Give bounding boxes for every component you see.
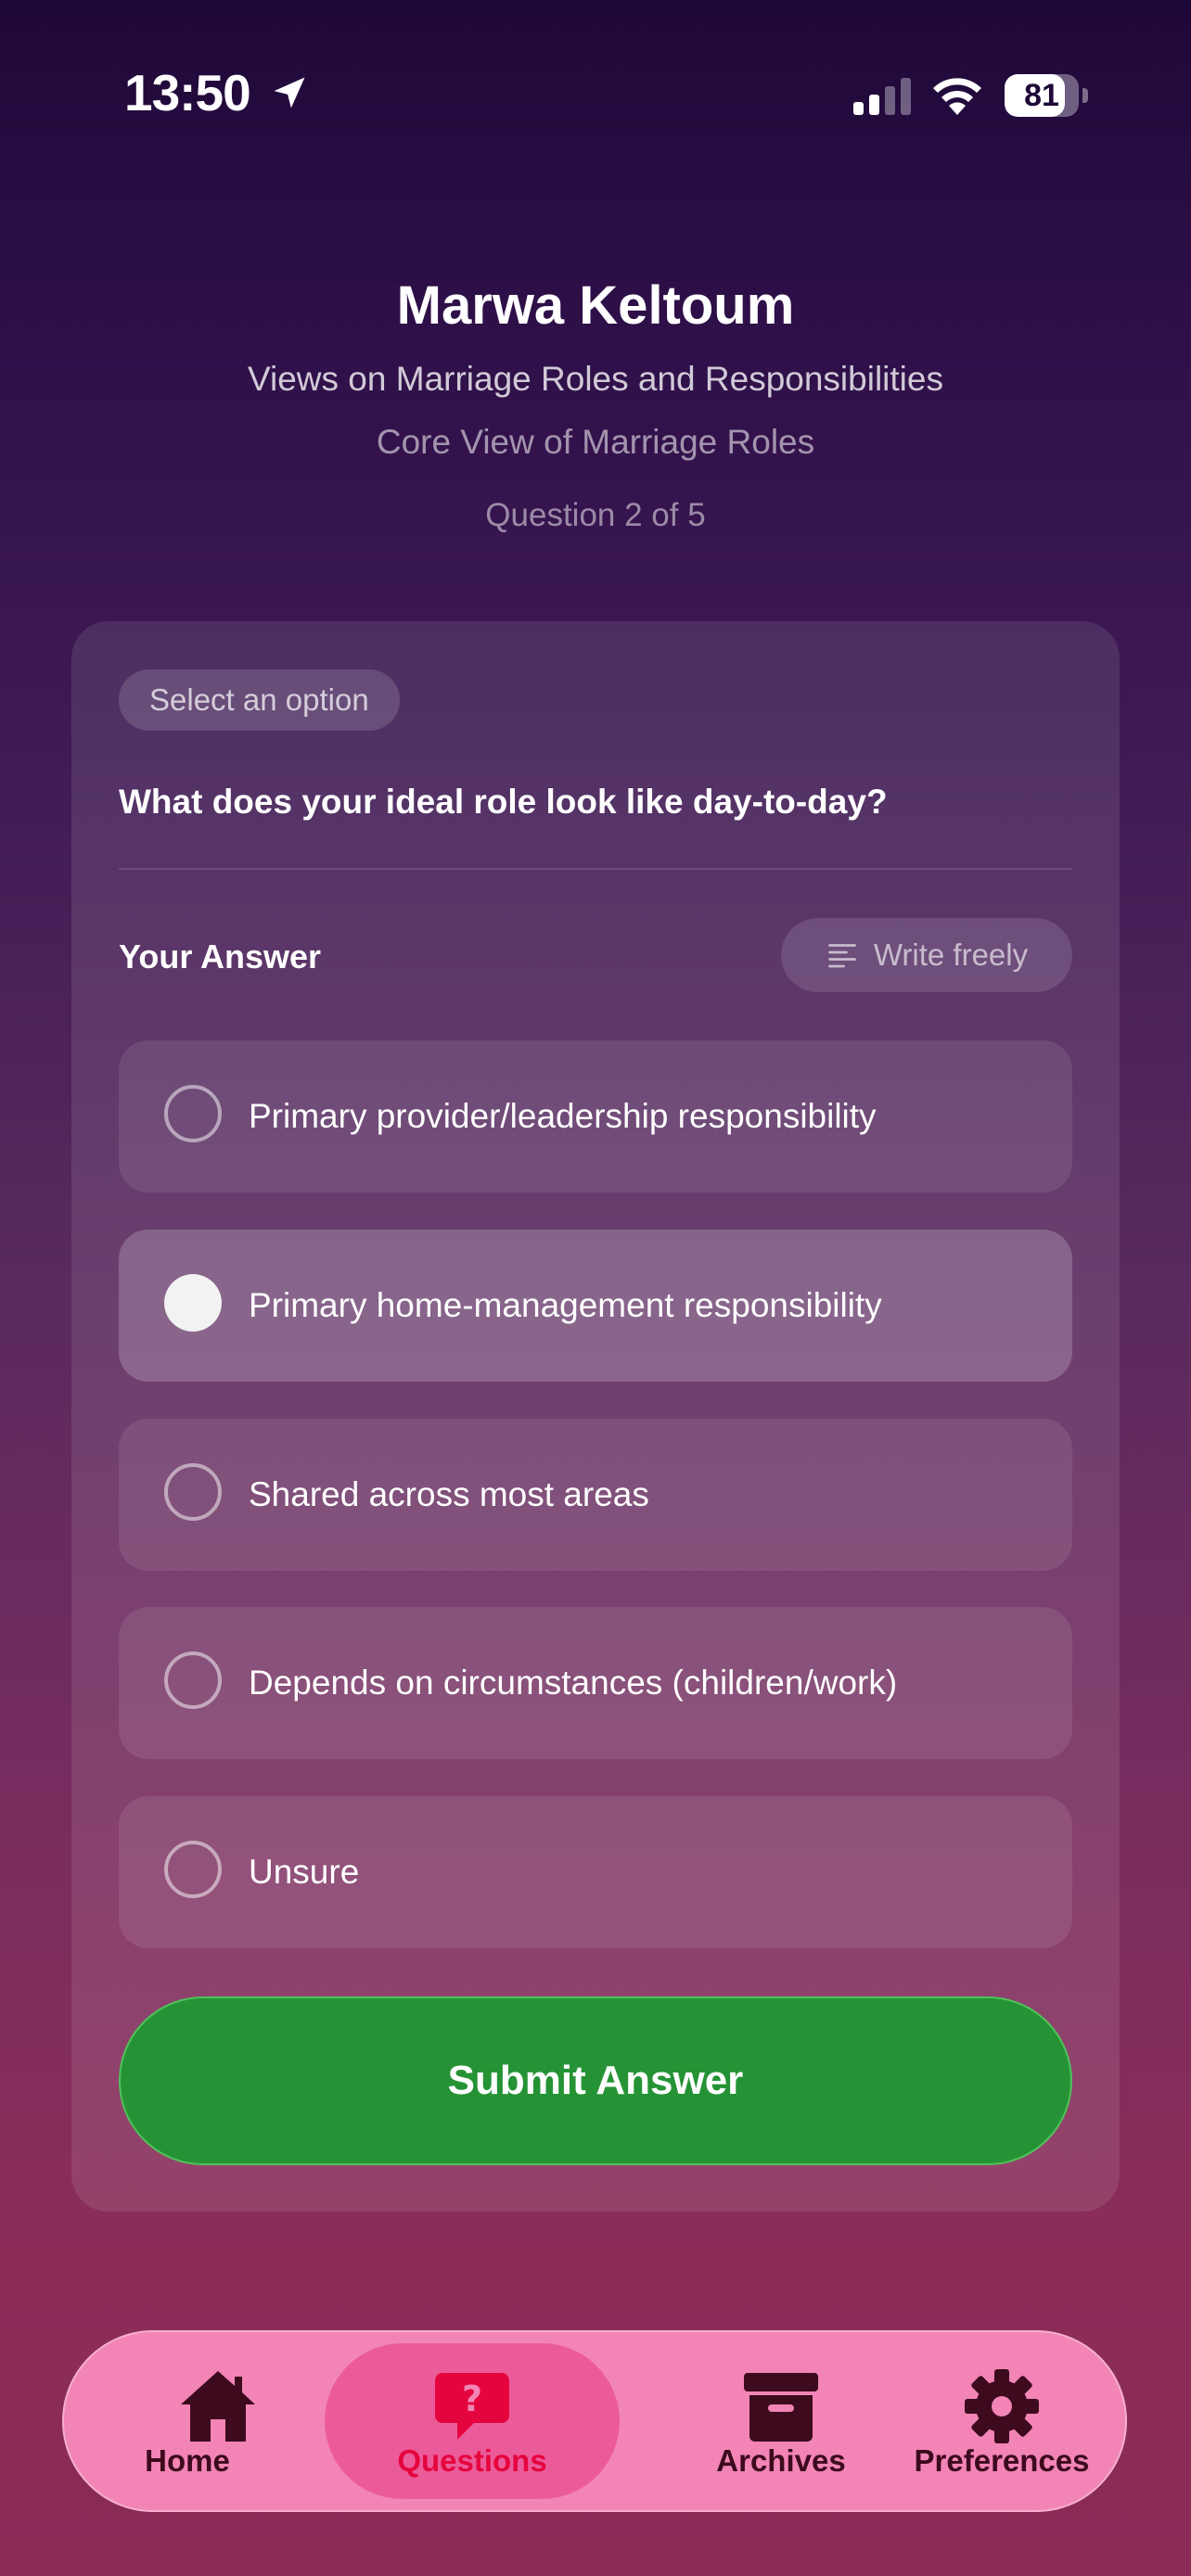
write-freely-label: Write freely bbox=[873, 937, 1029, 972]
radio-button[interactable] bbox=[164, 1274, 222, 1332]
answer-option[interactable]: Depends on circumstances (children/work) bbox=[119, 1607, 1072, 1759]
status-bar: 13:50 81 bbox=[0, 0, 1191, 195]
wifi-icon bbox=[933, 78, 981, 115]
answer-option[interactable]: Primary home-management responsibility bbox=[119, 1230, 1072, 1382]
profile-name: Marwa Keltoum bbox=[396, 275, 795, 336]
cellular-signal-icon bbox=[853, 78, 911, 115]
gear-icon bbox=[965, 2369, 1039, 2443]
radio-button[interactable] bbox=[164, 1651, 222, 1709]
home-icon bbox=[181, 2371, 255, 2442]
write-freely-button[interactable]: Write freely bbox=[781, 918, 1072, 992]
submit-answer-button[interactable]: Submit Answer bbox=[119, 1996, 1072, 2165]
radio-button[interactable] bbox=[164, 1085, 222, 1142]
svg-text:?: ? bbox=[462, 2378, 482, 2419]
battery-indicator: 81 bbox=[1005, 74, 1088, 119]
tab-preferences[interactable]: Preferences bbox=[877, 2330, 1127, 2512]
question-progress: Question 2 of 5 bbox=[485, 497, 706, 533]
question-card: Select an option What does your ideal ro… bbox=[71, 621, 1120, 2212]
tab-archives[interactable]: Archives bbox=[656, 2330, 906, 2512]
text-lines-icon bbox=[828, 944, 856, 968]
bottom-tab-bar: Home ? Questions Archives Preferences bbox=[62, 2330, 1127, 2512]
question-type-chip: Select an option bbox=[119, 670, 400, 731]
topic-title: Views on Marriage Roles and Responsibili… bbox=[248, 360, 943, 398]
location-arrow-icon bbox=[274, 77, 305, 108]
tab-label: Preferences bbox=[914, 2443, 1090, 2478]
tab-home[interactable]: Home bbox=[62, 2330, 313, 2512]
tab-label: Home bbox=[145, 2443, 230, 2478]
answer-option[interactable]: Unsure bbox=[119, 1796, 1072, 1948]
archive-box-icon bbox=[744, 2373, 818, 2442]
question-bubble-icon: ? bbox=[435, 2373, 509, 2440]
radio-button[interactable] bbox=[164, 1463, 222, 1521]
status-time: 13:50 bbox=[124, 64, 251, 121]
option-label: Unsure bbox=[249, 1853, 360, 1891]
tab-questions[interactable]: ? Questions bbox=[325, 2343, 620, 2499]
option-label: Shared across most areas bbox=[249, 1475, 649, 1513]
answer-label: Your Answer bbox=[119, 937, 322, 976]
tab-label: Questions bbox=[397, 2443, 547, 2478]
section-title: Core View of Marriage Roles bbox=[376, 423, 815, 461]
question-header: Marwa Keltoum Views on Marriage Roles an… bbox=[0, 269, 1191, 538]
tab-label: Archives bbox=[716, 2443, 846, 2478]
battery-percent: 81 bbox=[1024, 78, 1059, 113]
answer-option[interactable]: Primary provider/leadership responsibili… bbox=[119, 1040, 1072, 1192]
option-label: Primary provider/leadership responsibili… bbox=[249, 1097, 877, 1135]
option-label: Depends on circumstances (children/work) bbox=[249, 1664, 898, 1702]
option-label: Primary home-management responsibility bbox=[249, 1286, 882, 1324]
question-text: What does your ideal role look like day-… bbox=[119, 783, 888, 821]
radio-button[interactable] bbox=[164, 1841, 222, 1898]
divider bbox=[119, 868, 1072, 870]
answer-option[interactable]: Shared across most areas bbox=[119, 1419, 1072, 1571]
